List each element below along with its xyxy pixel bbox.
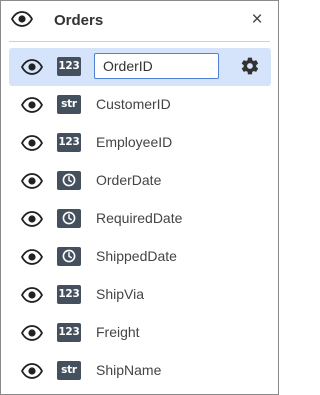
list-item-orderdate[interactable]: OrderDate [9, 162, 271, 200]
gear-icon[interactable] [240, 56, 260, 81]
list-item-shippeddate[interactable]: ShippedDate [9, 238, 271, 276]
field-name: RequiredDate [96, 210, 183, 226]
list-item-freight[interactable]: 123 Freight [9, 314, 271, 352]
list-item-employeeid[interactable]: 123 EmployeeID [9, 124, 271, 162]
string-type-icon: str [57, 361, 81, 380]
close-icon[interactable]: × [248, 10, 266, 30]
list-item-customerid[interactable]: str CustomerID [9, 86, 271, 124]
field-name: ShipVia [96, 286, 145, 302]
clock-icon [57, 171, 81, 190]
eye-icon[interactable] [20, 287, 44, 308]
list-item-requireddate[interactable]: RequiredDate [9, 200, 271, 238]
list-item-orderid[interactable]: 123 [9, 48, 271, 86]
header-divider [9, 41, 270, 42]
string-type-icon: str [57, 95, 81, 114]
list-item-shipname[interactable]: str ShipName [9, 352, 271, 390]
eye-icon[interactable] [20, 173, 44, 194]
clock-icon [57, 247, 81, 266]
eye-icon[interactable] [20, 363, 44, 384]
field-name: ShipName [96, 362, 162, 378]
eye-icon[interactable] [20, 211, 44, 232]
eye-icon[interactable] [20, 59, 44, 80]
number-type-icon: 123 [57, 57, 81, 76]
eye-icon[interactable] [20, 249, 44, 270]
field-name: OrderDate [96, 172, 162, 188]
field-name-input[interactable] [94, 53, 219, 79]
field-list-panel: Orders × 123 str [0, 0, 279, 395]
clock-icon [57, 209, 81, 228]
field-name: ShippedDate [96, 248, 177, 264]
field-name: EmployeeID [96, 134, 173, 150]
number-type-icon: 123 [57, 133, 81, 152]
field-list: 123 str CustomerID 123 EmployeeID [9, 48, 271, 390]
eye-icon[interactable] [20, 325, 44, 346]
field-name: CustomerID [96, 96, 171, 112]
panel-title: Orders [54, 12, 104, 29]
eye-icon[interactable] [20, 135, 44, 156]
number-type-icon: 123 [57, 323, 81, 342]
eye-icon[interactable] [20, 97, 44, 118]
panel-header: Orders × [1, 1, 278, 41]
field-name: Freight [96, 324, 140, 340]
eye-icon[interactable] [10, 11, 34, 32]
number-type-icon: 123 [57, 285, 81, 304]
list-item-shipvia[interactable]: 123 ShipVia [9, 276, 271, 314]
